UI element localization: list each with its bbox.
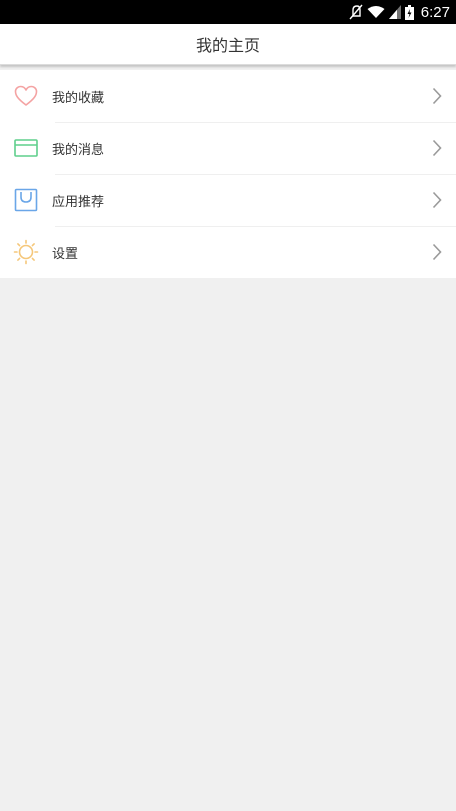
signal-icon xyxy=(388,5,401,19)
sun-icon xyxy=(13,239,39,265)
heart-icon xyxy=(13,83,39,109)
menu-list: 我的收藏 我的消息 应用推荐 设置 xyxy=(0,70,456,278)
status-time: 6:27 xyxy=(420,3,450,21)
battery-icon xyxy=(404,4,414,20)
shopping-bag-icon xyxy=(13,187,39,213)
status-icons: 6:27 xyxy=(349,0,450,24)
menu-item-label: 设置 xyxy=(52,246,79,262)
chevron-right-icon xyxy=(432,243,442,261)
chevron-right-icon xyxy=(432,191,442,209)
mute-icon xyxy=(349,4,363,20)
status-bar: 6:27 xyxy=(0,0,456,24)
chevron-right-icon xyxy=(432,87,442,105)
page-title: 我的主页 xyxy=(195,36,260,55)
menu-item-app-recommendations[interactable]: 应用推荐 xyxy=(0,174,456,226)
wifi-icon xyxy=(367,5,385,19)
envelope-icon xyxy=(13,135,39,161)
menu-item-messages[interactable]: 我的消息 xyxy=(0,122,456,174)
menu-item-favorites[interactable]: 我的收藏 xyxy=(0,70,456,122)
menu-item-label: 我的收藏 xyxy=(52,90,105,106)
menu-item-label: 应用推荐 xyxy=(52,194,105,210)
app-bar: 我的主页 xyxy=(0,24,456,65)
menu-item-settings[interactable]: 设置 xyxy=(0,226,456,278)
chevron-right-icon xyxy=(432,139,442,157)
menu-item-label: 我的消息 xyxy=(52,142,105,158)
